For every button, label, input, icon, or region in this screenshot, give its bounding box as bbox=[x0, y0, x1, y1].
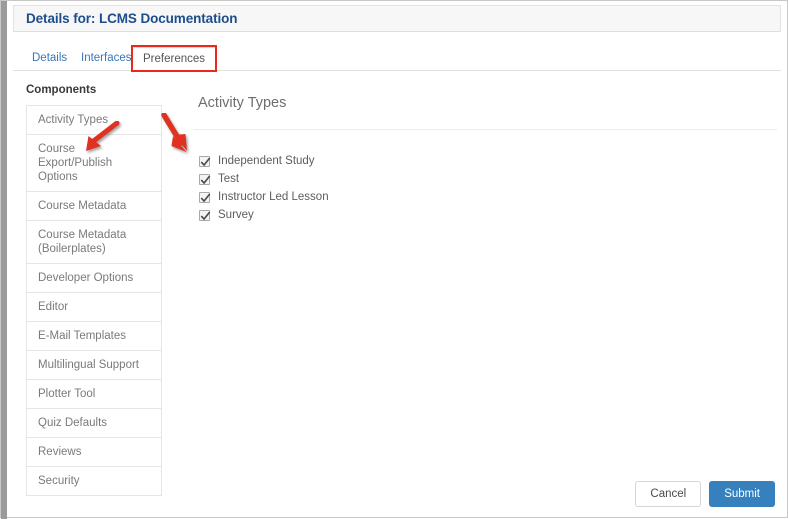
tab-details[interactable]: Details bbox=[22, 47, 77, 71]
sidebar-item-e-mail-templates[interactable]: E-Mail Templates bbox=[26, 322, 162, 351]
submit-button[interactable]: Submit bbox=[709, 481, 775, 507]
checkbox-row-instructor-led-lesson[interactable]: Instructor Led Lesson bbox=[199, 188, 777, 206]
sidebar-item-label: Quiz Defaults bbox=[38, 417, 108, 429]
main-panel-title: Activity Types bbox=[198, 95, 287, 111]
sidebar-item-course-export-publish-options[interactable]: Course Export/Publish Options bbox=[26, 135, 162, 192]
sidebar-item-label: Course Metadata (Boilerplates) bbox=[38, 229, 127, 255]
tab-bar: Details Interfaces Preferences bbox=[13, 45, 781, 72]
tab-interfaces[interactable]: Interfaces bbox=[71, 47, 142, 71]
dialog-window: Details for: LCMS Documentation Details … bbox=[0, 0, 788, 519]
sidebar-item-label: Security bbox=[38, 475, 80, 487]
sidebar-item-multilingual-support[interactable]: Multilingual Support bbox=[26, 351, 162, 380]
checkbox-label[interactable]: Survey bbox=[218, 209, 254, 221]
cancel-button[interactable]: Cancel bbox=[635, 481, 702, 507]
sidebar-item-label: E-Mail Templates bbox=[38, 330, 126, 342]
checkbox-row-test[interactable]: Test bbox=[199, 170, 777, 188]
page-title: Details for: LCMS Documentation bbox=[26, 11, 238, 26]
checkbox-row-independent-study[interactable]: Independent Study bbox=[199, 152, 777, 170]
checkbox-survey[interactable] bbox=[199, 209, 211, 221]
activity-types-checkbox-list: Independent Study Test Instructor Led Less… bbox=[199, 152, 777, 224]
sidebar-item-plotter-tool[interactable]: Plotter Tool bbox=[26, 380, 162, 409]
sidebar-item-course-metadata[interactable]: Course Metadata bbox=[26, 192, 162, 221]
sidebar-item-label: Editor bbox=[38, 301, 69, 313]
sidebar-item-label: Multilingual Support bbox=[38, 359, 140, 371]
sidebar-item-course-metadata-boilerplates[interactable]: Course Metadata (Boilerplates) bbox=[26, 221, 162, 264]
sidebar-item-label: Developer Options bbox=[38, 272, 134, 284]
sidebar-item-editor[interactable]: Editor bbox=[26, 293, 162, 322]
sidebar-item-quiz-defaults[interactable]: Quiz Defaults bbox=[26, 409, 162, 438]
sidebar-item-label: Course Metadata bbox=[38, 200, 127, 212]
main-panel: Activity Types Independent Study Test Inst… bbox=[193, 95, 777, 224]
checkbox-label[interactable]: Independent Study bbox=[218, 155, 315, 167]
section-divider bbox=[193, 129, 777, 130]
dialog-body: Components Activity Types Course Export/P… bbox=[13, 73, 781, 496]
details-dialog: Details for: LCMS Documentation Details … bbox=[7, 1, 787, 517]
components-sidebar: Activity Types Course Export/Publish Opti… bbox=[26, 105, 162, 496]
checkbox-instructor-led-lesson[interactable] bbox=[199, 191, 211, 203]
sidebar-item-activity-types[interactable]: Activity Types bbox=[26, 105, 162, 135]
checkbox-test[interactable] bbox=[199, 173, 211, 185]
dialog-footer: Cancel Submit bbox=[635, 481, 775, 507]
sidebar-heading: Components bbox=[26, 84, 97, 96]
checkbox-label[interactable]: Test bbox=[218, 173, 239, 185]
sidebar-item-label: Course Export/Publish Options bbox=[38, 143, 113, 183]
tab-preferences[interactable]: Preferences bbox=[132, 47, 217, 71]
sidebar-item-label: Activity Types bbox=[38, 114, 109, 126]
sidebar-item-label: Plotter Tool bbox=[38, 388, 96, 400]
sidebar-item-security[interactable]: Security bbox=[26, 467, 162, 496]
dialog-header: Details for: LCMS Documentation bbox=[13, 5, 781, 32]
sidebar-item-developer-options[interactable]: Developer Options bbox=[26, 264, 162, 293]
checkbox-row-survey[interactable]: Survey bbox=[199, 206, 777, 224]
sidebar-item-reviews[interactable]: Reviews bbox=[26, 438, 162, 467]
checkbox-label[interactable]: Instructor Led Lesson bbox=[218, 191, 329, 203]
sidebar-item-label: Reviews bbox=[38, 446, 82, 458]
checkbox-independent-study[interactable] bbox=[199, 155, 211, 167]
